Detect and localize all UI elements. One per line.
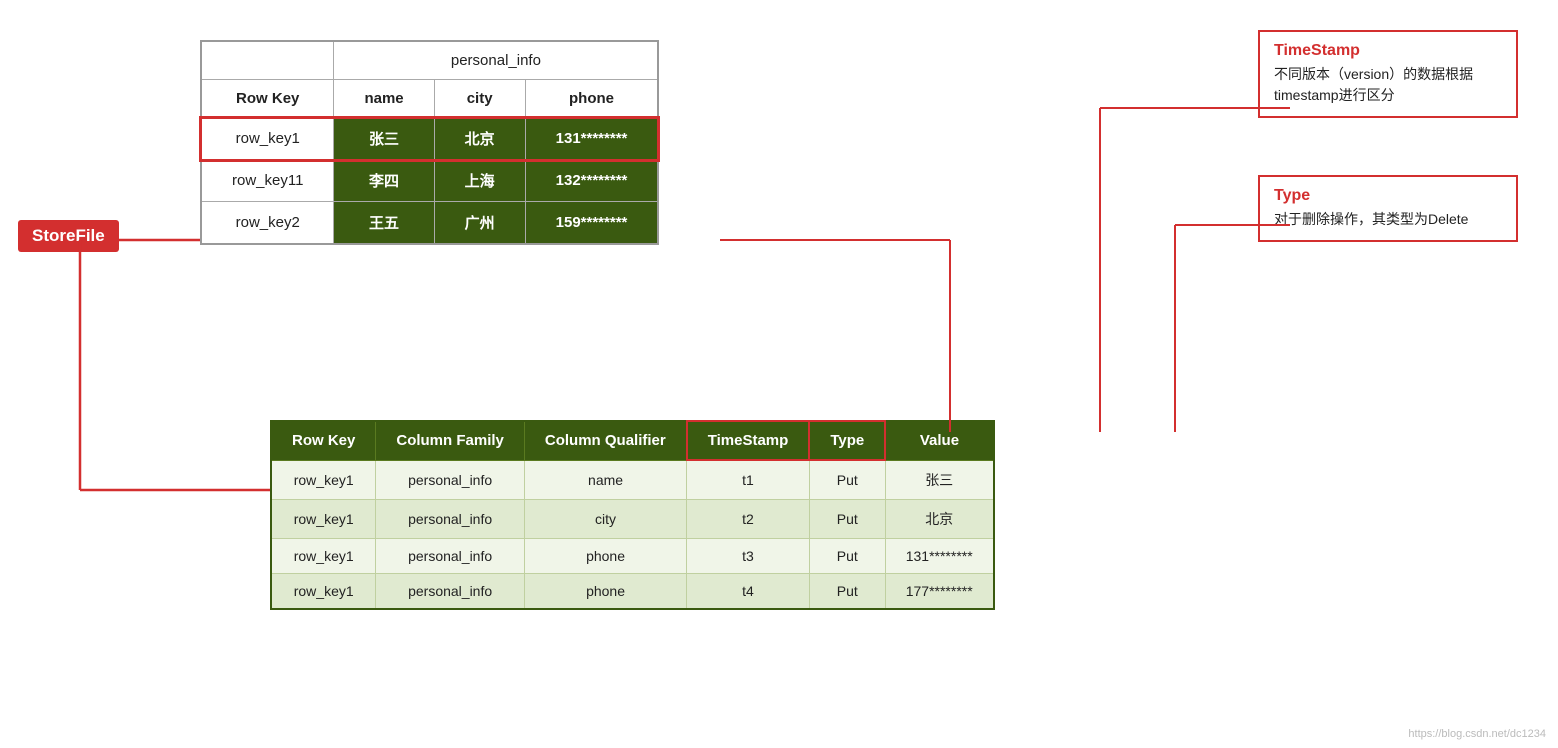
bottom-col-family: Column Family [376, 421, 525, 460]
top-row3-phone: 159******** [525, 202, 658, 245]
b-row1-value: 张三 [885, 460, 993, 499]
top-row2-phone: 132******** [525, 160, 658, 202]
col-phone: phone [525, 80, 658, 118]
annotation-type: Type 对于删除操作，其类型为Delete [1258, 175, 1518, 242]
b-row4-family: personal_info [376, 573, 525, 609]
top-row2-key: row_key11 [201, 160, 334, 202]
top-row-3: row_key2 王五 广州 159******** [201, 202, 658, 245]
top-row3-city: 广州 [434, 202, 525, 245]
annotation-type-title: Type [1274, 187, 1502, 205]
b-row3-type: Put [809, 538, 885, 573]
top-row2-city: 上海 [434, 160, 525, 202]
b-row2-key: row_key1 [271, 499, 376, 538]
b-row2-type: Put [809, 499, 885, 538]
bottom-row-2: row_key1 personal_info city t2 Put 北京 [271, 499, 994, 538]
col-city: city [434, 80, 525, 118]
b-row4-type: Put [809, 573, 885, 609]
top-table-corner [201, 41, 334, 80]
top-table: personal_info Row Key name city phone ro… [200, 40, 659, 245]
top-row2-name: 李四 [334, 160, 434, 202]
main-container: StoreFile personal_info Row Key name cit… [0, 0, 1558, 748]
b-row1-timestamp: t1 [687, 460, 810, 499]
bottom-table-header-row: Row Key Column Family Column Qualifier T… [271, 421, 994, 460]
b-row2-qualifier: city [524, 499, 686, 538]
b-row2-timestamp: t2 [687, 499, 810, 538]
storefile-label: StoreFile [18, 220, 119, 252]
b-row1-qualifier: name [524, 460, 686, 499]
top-row-1: row_key1 张三 北京 131******** [201, 118, 658, 160]
b-row2-family: personal_info [376, 499, 525, 538]
bottom-col-type: Type [809, 421, 885, 460]
bottom-col-qualifier: Column Qualifier [524, 421, 686, 460]
b-row3-family: personal_info [376, 538, 525, 573]
bottom-table: Row Key Column Family Column Qualifier T… [270, 420, 995, 610]
bottom-col-rowkey: Row Key [271, 421, 376, 460]
b-row4-key: row_key1 [271, 573, 376, 609]
top-row1-phone: 131******** [525, 118, 658, 160]
bottom-row-4: row_key1 personal_info phone t4 Put 177*… [271, 573, 994, 609]
top-row1-name: 张三 [334, 118, 434, 160]
b-row3-timestamp: t3 [687, 538, 810, 573]
annotation-timestamp-body: 不同版本（version）的数据根据timestamp进行区分 [1274, 64, 1502, 106]
b-row3-key: row_key1 [271, 538, 376, 573]
b-row1-key: row_key1 [271, 460, 376, 499]
bottom-row-3: row_key1 personal_info phone t3 Put 131*… [271, 538, 994, 573]
bottom-col-timestamp: TimeStamp [687, 421, 810, 460]
b-row4-qualifier: phone [524, 573, 686, 609]
top-row1-key: row_key1 [201, 118, 334, 160]
top-row1-city: 北京 [434, 118, 525, 160]
personal-info-header: personal_info [334, 41, 658, 80]
b-row1-type: Put [809, 460, 885, 499]
bottom-table-wrapper: Row Key Column Family Column Qualifier T… [270, 420, 995, 610]
top-row3-key: row_key2 [201, 202, 334, 245]
top-row-2: row_key11 李四 上海 132******** [201, 160, 658, 202]
b-row4-value: 177******** [885, 573, 993, 609]
b-row3-value: 131******** [885, 538, 993, 573]
annotation-timestamp: TimeStamp 不同版本（version）的数据根据timestamp进行区… [1258, 30, 1518, 118]
b-row3-qualifier: phone [524, 538, 686, 573]
watermark: https://blog.csdn.net/dc1234 [1408, 728, 1546, 740]
bottom-col-value: Value [885, 421, 993, 460]
col-name: name [334, 80, 434, 118]
bottom-row-1: row_key1 personal_info name t1 Put 张三 [271, 460, 994, 499]
b-row1-family: personal_info [376, 460, 525, 499]
b-row4-timestamp: t4 [687, 573, 810, 609]
annotation-timestamp-title: TimeStamp [1274, 42, 1502, 60]
b-row2-value: 北京 [885, 499, 993, 538]
col-rowkey: Row Key [201, 80, 334, 118]
top-row3-name: 王五 [334, 202, 434, 245]
top-table-wrapper: personal_info Row Key name city phone ro… [200, 40, 659, 245]
annotation-type-body: 对于删除操作，其类型为Delete [1274, 209, 1502, 230]
